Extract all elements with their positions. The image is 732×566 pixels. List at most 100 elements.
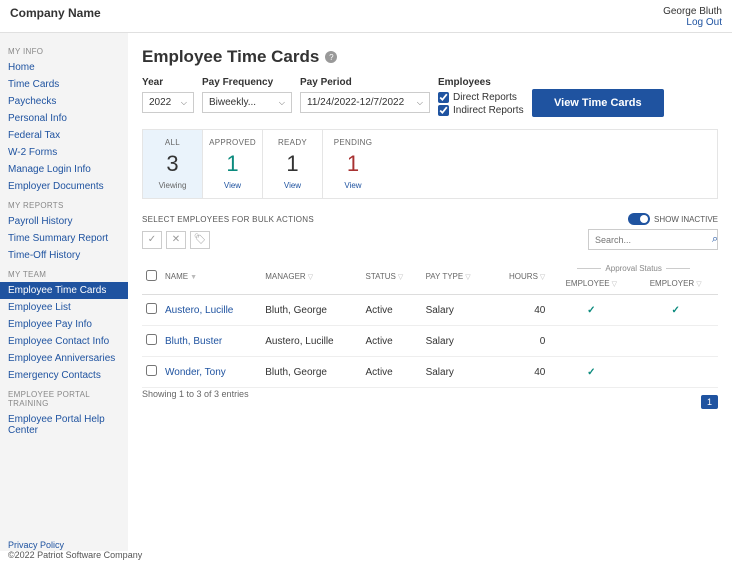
sidebar-item[interactable]: Employee List	[0, 299, 128, 316]
bulk-tag-button[interactable]: 🏷	[190, 231, 210, 249]
indirect-reports-input[interactable]	[438, 105, 449, 116]
sidebar-item[interactable]: Paychecks	[0, 93, 128, 110]
sort-icon[interactable]: ▼	[190, 274, 197, 281]
privacy-link[interactable]: Privacy Policy	[8, 540, 64, 550]
footer: Privacy Policy ©2022 Patriot Software Co…	[8, 540, 142, 560]
sidebar-item[interactable]: Manage Login Info	[0, 161, 128, 178]
sidebar-item[interactable]: Payroll History	[0, 213, 128, 230]
sidebar-item[interactable]: Time Summary Report	[0, 230, 128, 247]
sidebar-item[interactable]: Time-Off History	[0, 247, 128, 264]
status-label: PENDING	[327, 138, 379, 147]
help-icon[interactable]: ?	[325, 51, 337, 63]
copyright: ©2022 Patriot Software Company	[8, 550, 142, 560]
sidebar-item[interactable]: Federal Tax	[0, 127, 128, 144]
search-icon[interactable]: ⌕	[712, 233, 718, 246]
status-link[interactable]: View	[207, 181, 258, 190]
cell-emp-approval: ✓	[549, 357, 633, 388]
status-label: APPROVED	[207, 138, 258, 147]
sidebar-item[interactable]: Employee Contact Info	[0, 333, 128, 350]
status-cards: ALL3ViewingAPPROVED1ViewREADY1ViewPENDIN…	[142, 129, 718, 199]
cell-hours: 40	[491, 295, 549, 326]
select-all-checkbox[interactable]	[146, 270, 157, 281]
pagination: 1	[701, 396, 718, 408]
sidebar-section-title: MY INFO	[0, 41, 128, 59]
status-link[interactable]: Viewing	[147, 181, 198, 190]
year-select[interactable]: 2022 ⌵	[142, 92, 194, 113]
user-name: George Bluth	[663, 6, 722, 17]
cell-manager: Austero, Lucille	[261, 326, 361, 357]
col-employer[interactable]: EMPLOYER	[650, 279, 694, 288]
table-row: Austero, LucilleBluth, GeorgeActiveSalar…	[142, 295, 718, 326]
search-input[interactable]	[595, 235, 712, 245]
freq-value: Biweekly...	[209, 97, 256, 108]
col-hours[interactable]: HOURS	[509, 272, 538, 281]
logout-link[interactable]: Log Out	[686, 17, 722, 28]
status-count: 1	[207, 151, 258, 177]
sidebar-section-title: MY REPORTS	[0, 195, 128, 213]
period-value: 11/24/2022-12/7/2022	[307, 97, 404, 108]
sidebar-item[interactable]: Employee Pay Info	[0, 316, 128, 333]
sort-icon[interactable]: ▽	[696, 281, 701, 288]
status-count: 1	[267, 151, 318, 177]
sort-icon[interactable]: ▽	[398, 274, 403, 281]
row-checkbox[interactable]	[146, 303, 157, 314]
period-select[interactable]: 11/24/2022-12/7/2022 ⌵	[300, 92, 430, 113]
cell-manager: Bluth, George	[261, 357, 361, 388]
sidebar-item[interactable]: Employer Documents	[0, 178, 128, 195]
status-card[interactable]: PENDING 1 View	[323, 130, 383, 198]
row-checkbox[interactable]	[146, 365, 157, 376]
chevron-down-icon: ⌵	[279, 98, 285, 108]
employee-link[interactable]: Bluth, Buster	[165, 336, 222, 347]
status-count: 3	[147, 151, 198, 177]
status-card[interactable]: READY 1 View	[263, 130, 323, 198]
company-name: Company Name	[10, 6, 101, 20]
status-link[interactable]: View	[327, 181, 379, 190]
status-label: READY	[267, 138, 318, 147]
sidebar-section-title: EMPLOYEE PORTAL TRAINING	[0, 384, 128, 411]
employee-link[interactable]: Wonder, Tony	[165, 367, 226, 378]
sort-icon[interactable]: ▽	[612, 281, 617, 288]
search-box[interactable]: ⌕	[588, 229, 718, 250]
sidebar-item[interactable]: W-2 Forms	[0, 144, 128, 161]
sidebar-item[interactable]: Employee Time Cards	[0, 282, 128, 299]
sort-icon[interactable]: ▽	[540, 274, 545, 281]
status-card[interactable]: ALL3Viewing	[143, 130, 203, 198]
row-checkbox[interactable]	[146, 334, 157, 345]
direct-reports-input[interactable]	[438, 92, 449, 103]
table-row: Wonder, TonyBluth, GeorgeActiveSalary40✓	[142, 357, 718, 388]
col-employee[interactable]: EMPLOYEE	[566, 279, 610, 288]
bulk-reject-button[interactable]: ✕	[166, 231, 186, 249]
sort-icon[interactable]: ▽	[308, 274, 313, 281]
status-link[interactable]: View	[267, 181, 318, 190]
freq-select[interactable]: Biweekly... ⌵	[202, 92, 292, 113]
show-inactive-toggle[interactable]	[628, 213, 650, 225]
sort-icon[interactable]: ▽	[465, 274, 470, 281]
col-paytype[interactable]: PAY TYPE	[426, 272, 464, 281]
sidebar-item[interactable]: Home	[0, 59, 128, 76]
status-card[interactable]: APPROVED 1 View	[203, 130, 263, 198]
bulk-approve-button[interactable]: ✓	[142, 231, 162, 249]
col-approval-group: Approval Status	[573, 264, 693, 273]
cell-paytype: Salary	[422, 326, 492, 357]
cell-emp-approval	[549, 326, 633, 357]
status-count: 1	[327, 151, 379, 177]
col-name[interactable]: NAME	[165, 272, 188, 281]
col-manager[interactable]: MANAGER	[265, 272, 305, 281]
sidebar-item[interactable]: Time Cards	[0, 76, 128, 93]
cell-emp-approval: ✓	[549, 295, 633, 326]
sidebar-item[interactable]: Emergency Contacts	[0, 367, 128, 384]
col-status[interactable]: STATUS	[366, 272, 396, 281]
sidebar-item[interactable]: Personal Info	[0, 110, 128, 127]
direct-reports-checkbox[interactable]: Direct Reports	[438, 92, 524, 103]
employee-table: NAME▼ MANAGER▽ STATUS▽ PAY TYPE▽ HOURS▽ …	[142, 258, 718, 388]
sidebar-item[interactable]: Employee Anniversaries	[0, 350, 128, 367]
cell-paytype: Salary	[422, 295, 492, 326]
sidebar-item[interactable]: Employee Portal Help Center	[0, 411, 128, 439]
page-1[interactable]: 1	[701, 395, 718, 409]
view-time-cards-button[interactable]: View Time Cards	[532, 89, 664, 117]
employee-link[interactable]: Austero, Lucille	[165, 305, 233, 316]
topbar: Company Name George Bluth Log Out	[0, 0, 732, 33]
indirect-reports-checkbox[interactable]: Indirect Reports	[438, 105, 524, 116]
cell-er-approval: ✓	[633, 295, 718, 326]
cell-status: Active	[362, 295, 422, 326]
